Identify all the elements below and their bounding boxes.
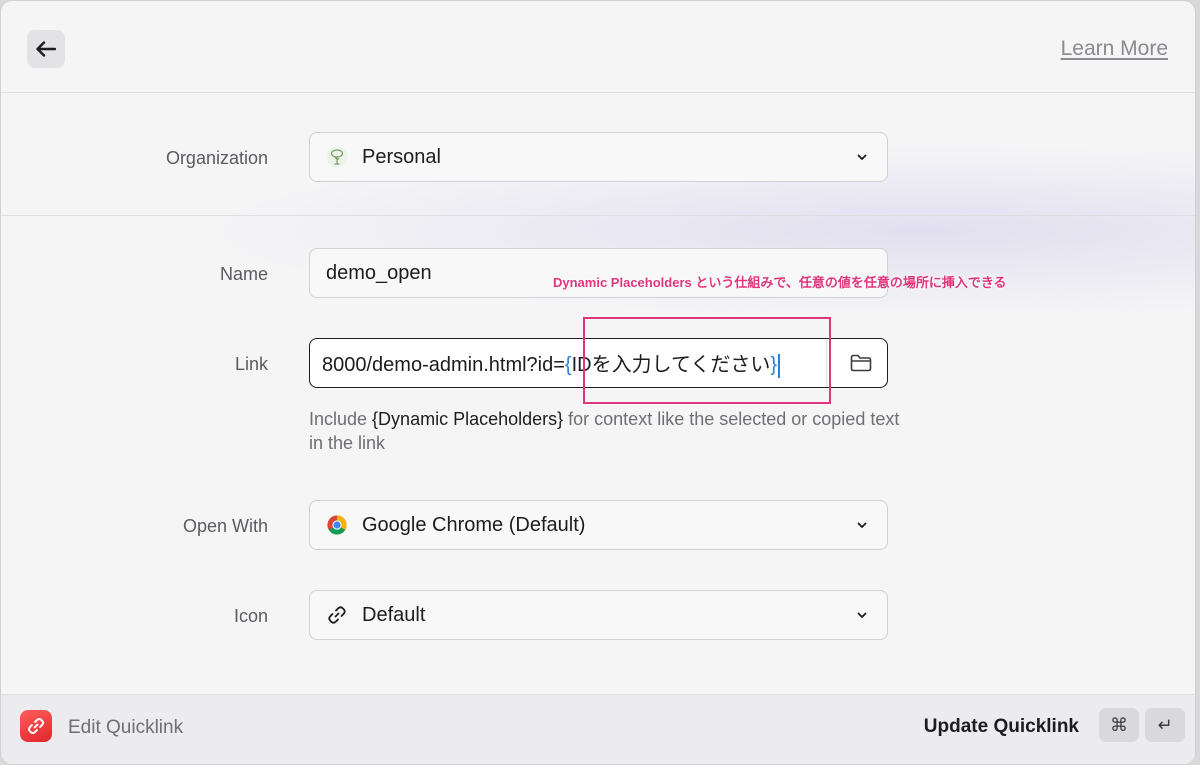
name-value: demo_open [326, 261, 432, 284]
update-quicklink-button[interactable]: Update Quicklink [924, 716, 1079, 738]
open-with-label: Open With [182, 516, 268, 536]
name-label: Name [219, 264, 268, 284]
footer-bar: Edit Quicklink Update Quicklink ⌘ ↵ [1, 694, 1195, 764]
placeholder-open-brace: { [564, 354, 572, 377]
link-help-text: Include {Dynamic Placeholders} for conte… [309, 407, 909, 455]
link-icon [326, 604, 348, 626]
icon-value: Default [362, 603, 426, 626]
footer-title: Edit Quicklink [68, 717, 184, 738]
icon-label: Icon [233, 606, 268, 626]
chrome-icon [326, 514, 348, 536]
chevron-down-icon [857, 154, 867, 160]
help-prefix: Include [309, 409, 373, 429]
open-with-value: Google Chrome (Default) [362, 513, 586, 536]
link-label: Link [234, 354, 268, 374]
chevron-down-icon [857, 522, 867, 528]
folder-icon[interactable] [849, 352, 873, 374]
command-key-icon: ⌘ [1099, 708, 1139, 742]
help-placeholder-token: {Dynamic Placeholders} [372, 409, 564, 429]
top-bar: Learn More [1, 1, 1195, 93]
annotation-highlight-box [583, 317, 831, 404]
section-divider [1, 215, 1195, 216]
organization-dropdown[interactable]: Personal [309, 132, 888, 182]
annotation-text: Dynamic Placeholders という仕組みで、任意の値を任意の場所に… [553, 275, 1007, 290]
organization-label: Organization [165, 148, 268, 168]
return-key-icon: ↵ [1145, 708, 1185, 742]
chevron-down-icon [857, 612, 867, 618]
learn-more-link[interactable]: Learn More [1061, 37, 1168, 61]
quicklink-app-icon [20, 710, 52, 742]
open-with-dropdown[interactable]: Google Chrome (Default) [309, 500, 888, 550]
quicklink-window: Learn More Organization Personal Name de… [0, 0, 1196, 765]
back-button[interactable] [27, 30, 65, 68]
arrow-left-icon [36, 41, 56, 57]
icon-dropdown[interactable]: Default [309, 590, 888, 640]
link-url-text: 8000/demo-admin.html?id= [322, 354, 565, 377]
tree-icon [326, 146, 348, 168]
organization-value: Personal [362, 145, 441, 168]
